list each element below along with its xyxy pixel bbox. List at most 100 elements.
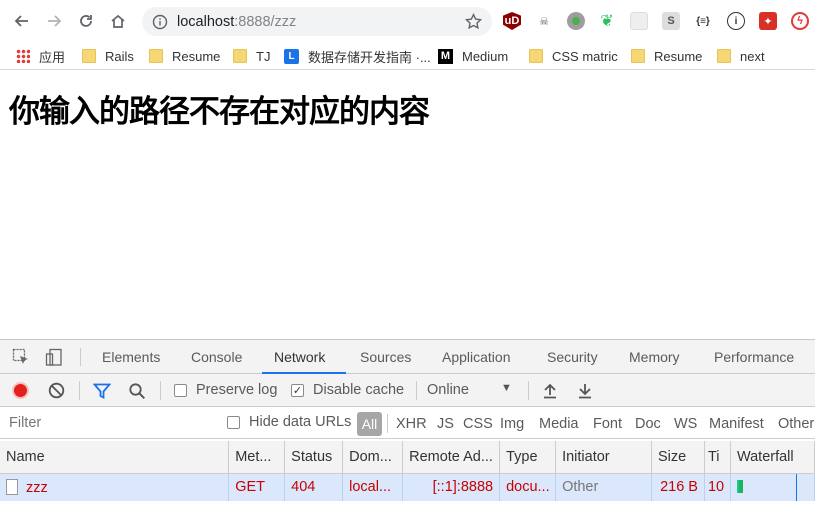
folder-icon <box>631 49 645 63</box>
column-header-remote-address[interactable]: Remote Ad... <box>402 441 501 474</box>
search-icon[interactable] <box>128 382 146 400</box>
home-button[interactable] <box>102 5 134 37</box>
tab-network[interactable]: Network <box>274 349 325 365</box>
tab-elements[interactable]: Elements <box>102 349 160 365</box>
device-toolbar-icon[interactable] <box>45 348 63 366</box>
bookmark-apps[interactable]: 应用 <box>16 46 65 66</box>
filter-type-ws[interactable]: WS <box>674 416 697 432</box>
filter-type-css[interactable]: CSS <box>463 416 493 432</box>
browser-toolbar: localhost:8888/zzz uD ☠ ❦ S {≡} i ✦ ϟ <box>0 0 815 42</box>
column-header-method[interactable]: Met... <box>228 441 286 474</box>
ublock-extension-icon[interactable]: uD <box>503 12 521 30</box>
dropdown-arrow-icon[interactable]: ▼ <box>501 382 512 394</box>
json-extension-icon[interactable]: {≡} <box>694 12 712 30</box>
ghost-extension-icon[interactable]: ☠ <box>535 12 553 30</box>
inspect-element-icon[interactable] <box>12 348 30 366</box>
filter-type-font[interactable]: Font <box>593 416 622 432</box>
filter-type-img[interactable]: Img <box>500 416 524 432</box>
folder-icon <box>529 49 543 63</box>
arrow-right-icon <box>48 15 62 27</box>
column-header-size[interactable]: Size <box>651 441 705 474</box>
filter-type-js[interactable]: JS <box>437 416 454 432</box>
green-dot-extension-icon[interactable] <box>567 12 585 30</box>
reload-button[interactable] <box>70 5 102 37</box>
tab-security[interactable]: Security <box>547 349 598 365</box>
request-name-cell[interactable]: zzz <box>0 473 230 501</box>
column-header-status[interactable]: Status <box>284 441 344 474</box>
page-heading: 你输入的路径不存在对应的内容 <box>9 94 430 130</box>
separator <box>387 414 388 433</box>
preserve-log-checkbox[interactable] <box>174 384 187 397</box>
tab-sources[interactable]: Sources <box>360 349 411 365</box>
bookmark-label: TJ <box>256 48 271 64</box>
back-button[interactable] <box>6 5 38 37</box>
table-row[interactable]: zzz GET 404 local... [::1]:8888 docu... … <box>0 473 815 501</box>
grid-extension-icon[interactable] <box>630 12 648 30</box>
evernote-extension-icon[interactable]: ❦ <box>598 12 616 30</box>
address-bar[interactable]: localhost:8888/zzz <box>142 7 492 36</box>
filter-type-media[interactable]: Media <box>539 416 579 432</box>
filter-icon[interactable] <box>93 382 111 400</box>
devtools-tab-bar: Elements Console Network Sources Applica… <box>0 340 815 374</box>
request-time: 10 <box>704 473 731 501</box>
bookmark-next[interactable]: next <box>717 46 765 66</box>
info-icon[interactable] <box>152 14 168 30</box>
bookmark-rails[interactable]: Rails <box>82 46 134 66</box>
filter-type-manifest[interactable]: Manifest <box>709 416 764 432</box>
filter-type-other[interactable]: Other <box>778 416 814 432</box>
bookmark-css-matric[interactable]: CSS matric <box>529 46 618 66</box>
filter-type-all[interactable]: All <box>357 412 382 436</box>
medium-logo-icon: M <box>438 48 453 64</box>
bookmark-label: 数据存储开发指南 ·... <box>308 49 431 65</box>
request-method: GET <box>228 473 286 501</box>
url-host: localhost <box>177 13 235 30</box>
bookmark-storage-guide[interactable]: L 数据存储开发指南 ·... <box>284 46 431 66</box>
waterfall-load-line <box>796 473 797 501</box>
request-name: zzz <box>26 479 48 496</box>
bookmark-resume-2[interactable]: Resume <box>631 46 702 66</box>
import-har-icon[interactable] <box>542 382 558 399</box>
s-extension-icon[interactable]: S <box>662 12 680 30</box>
tab-application[interactable]: Application <box>442 349 511 365</box>
flash-extension-icon[interactable]: ϟ <box>791 12 809 30</box>
column-header-type[interactable]: Type <box>499 441 557 474</box>
bookmark-star-icon[interactable] <box>465 13 482 30</box>
bookmark-label: CSS matric <box>552 48 618 64</box>
red-extension-icon[interactable]: ✦ <box>759 12 777 30</box>
folder-icon <box>82 49 96 63</box>
tab-memory[interactable]: Memory <box>629 349 680 365</box>
apps-grid-icon <box>16 49 30 63</box>
request-type: docu... <box>499 473 557 501</box>
column-header-domain[interactable]: Dom... <box>342 441 404 474</box>
forward-button[interactable] <box>38 5 70 37</box>
filter-bar: Hide data URLs All XHR JS CSS Img Media … <box>0 407 815 439</box>
separator <box>160 381 161 400</box>
export-har-icon[interactable] <box>577 382 593 399</box>
hide-data-urls-checkbox[interactable] <box>227 416 240 429</box>
column-header-waterfall[interactable]: Waterfall <box>730 441 815 474</box>
filter-type-xhr[interactable]: XHR <box>396 416 427 432</box>
devtools-panel: Elements Console Network Sources Applica… <box>0 339 815 509</box>
separator <box>79 381 80 400</box>
bookmark-resume[interactable]: Resume <box>149 46 220 66</box>
request-waterfall <box>730 473 815 501</box>
disable-cache-label: Disable cache <box>313 382 405 398</box>
bookmark-tj[interactable]: TJ <box>233 46 270 66</box>
request-domain: local... <box>342 473 404 501</box>
table-header-row: Name Met... Status Dom... Remote Ad... T… <box>0 441 815 474</box>
tab-performance[interactable]: Performance <box>714 349 794 365</box>
tab-console[interactable]: Console <box>191 349 242 365</box>
document-icon <box>6 478 18 495</box>
record-icon[interactable] <box>12 382 29 399</box>
throttle-select[interactable]: Online <box>427 382 469 398</box>
disable-cache-checkbox[interactable]: ✓ <box>291 384 304 397</box>
info-extension-icon[interactable]: i <box>727 12 745 30</box>
column-header-initiator[interactable]: Initiator <box>555 441 652 474</box>
column-header-name[interactable]: Name <box>0 441 230 474</box>
filter-input[interactable] <box>5 410 212 435</box>
bookmark-label: Rails <box>105 48 134 64</box>
filter-type-doc[interactable]: Doc <box>635 416 661 432</box>
clear-icon[interactable] <box>48 382 65 399</box>
bookmark-medium[interactable]: M Medium <box>438 46 508 66</box>
column-header-time[interactable]: Ti <box>704 441 731 474</box>
